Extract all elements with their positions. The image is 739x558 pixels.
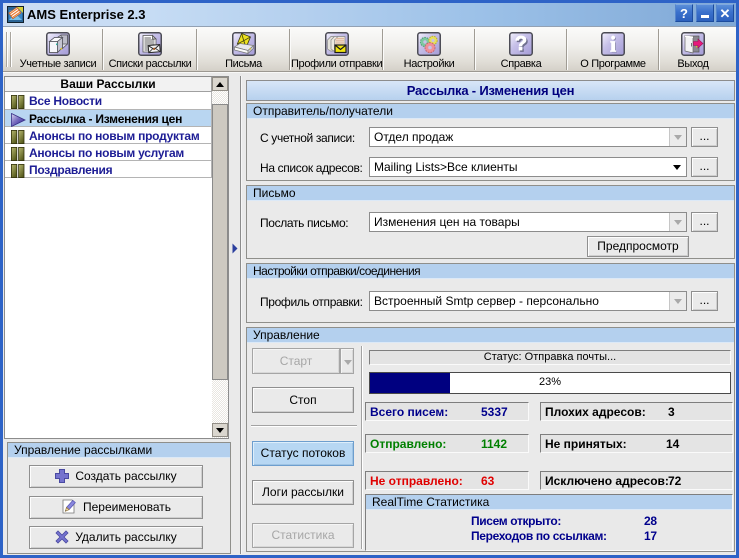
svg-text:?: ? [515,33,527,55]
svg-text:i: i [610,32,616,56]
